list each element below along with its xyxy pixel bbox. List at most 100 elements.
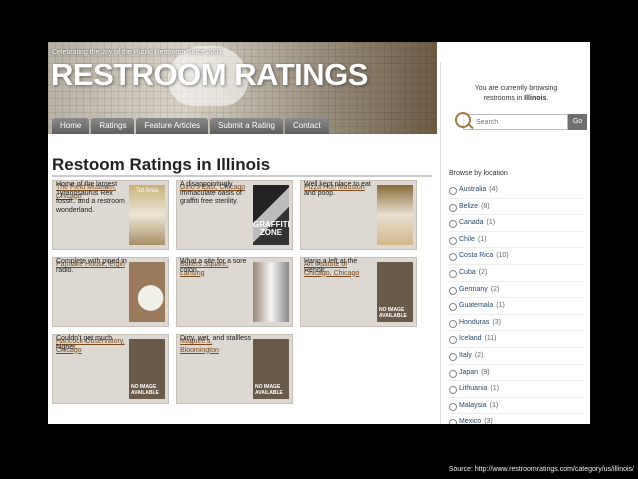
browsing-notice: You are currently browsing restrooms in … [441, 84, 590, 104]
source-caption: Source: http://www.restroomratings.com/c… [448, 466, 634, 473]
location-item[interactable]: Honduras (3) [447, 315, 585, 332]
thumbnail-text: GRAFFITI ZONE [253, 220, 290, 237]
location-name[interactable]: Guatemala [459, 302, 493, 309]
rating-card-description: Hang a left at the Renoir. [304, 258, 358, 274]
rating-card[interactable]: Hancock Observatory, Chicago Couldn't get… [52, 334, 169, 404]
location-name[interactable]: Chile [459, 236, 475, 243]
location-count: (8) [481, 202, 490, 210]
location-item[interactable]: Costa Rica (10) [447, 248, 585, 265]
location-name[interactable]: Italy [459, 352, 472, 359]
rating-card-description: Well kept place to eat and poop. [304, 181, 371, 197]
location-count: (3) [484, 418, 493, 424]
location-item[interactable]: Australia (4) [447, 182, 585, 199]
nav-submit-rating[interactable]: Submit a Rating [210, 118, 283, 134]
location-pin-icon [449, 187, 457, 195]
location-count: (1) [486, 219, 496, 227]
thumbnail-text: NO IMAGE AVAILABLE [255, 384, 283, 396]
rating-card[interactable]: The Field Museum, Chicago Home of the lar… [52, 180, 169, 250]
location-pin-icon [449, 286, 457, 295]
restroom-thumbnail[interactable]: GRAFFITI ZONE [253, 185, 290, 245]
rating-card[interactable]: Gino's East, Chicago A disappointingly im… [176, 180, 293, 250]
location-pin-icon [449, 419, 457, 424]
nav-feature-articles[interactable]: Feature Articles [136, 118, 209, 134]
location-count: (1) [489, 401, 499, 409]
nav-home[interactable]: Home [52, 118, 90, 134]
location-item[interactable]: Malaysia (1) [447, 398, 585, 415]
location-list: Australia (4) Belize (8) Canada (1) Chile (1) Co… [447, 182, 585, 424]
location-pin-icon [449, 336, 457, 345]
rating-card[interactable]: Maguire's, Bloomington Dirty, wet, and st… [176, 334, 293, 404]
search-input[interactable] [463, 114, 568, 130]
location-item[interactable]: Germany (2) [447, 282, 585, 299]
search-bar: Go [455, 112, 587, 130]
page-title: Restoom Ratings in Illinois [52, 155, 271, 174]
location-item[interactable]: Mexico (3) [447, 414, 585, 424]
location-name[interactable]: Belize [459, 203, 478, 210]
thumbnail-text: Tot Area [135, 188, 158, 194]
rating-card-description: Couldn't get much higher. [56, 335, 113, 351]
location-name[interactable]: Germany [459, 286, 488, 293]
location-item[interactable]: Canada (1) [447, 215, 585, 232]
location-pin-icon [449, 203, 457, 212]
location-pin-icon [449, 386, 457, 395]
location-pin-icon [449, 402, 457, 411]
location-pin-icon [449, 253, 457, 262]
browsing-place: Illinois [524, 95, 547, 102]
restroom-thumbnail[interactable] [377, 185, 413, 245]
nav-ratings[interactable]: Ratings [91, 118, 135, 134]
location-item[interactable]: Italy (2) [447, 348, 585, 365]
location-name[interactable]: Lithuania [459, 385, 487, 392]
location-pin-icon [449, 236, 457, 245]
main-nav: Home Ratings Feature Articles Submit a R… [52, 116, 329, 134]
thumbnail-text: NO IMAGE AVAILABLE [379, 307, 407, 319]
location-item[interactable]: Lithuania (1) [447, 381, 585, 398]
location-pin-icon [449, 319, 457, 328]
header-banner: Celebrating the Joy of the Public Restro… [48, 42, 437, 134]
location-pin-icon [449, 303, 457, 312]
rating-card[interactable]: Art Institute of Chicago, Chicago Hang a … [300, 257, 417, 327]
location-item[interactable]: Japan (9) [447, 365, 585, 382]
location-count: (10) [496, 252, 509, 260]
location-count: (3) [492, 318, 501, 326]
location-name[interactable]: Honduras [459, 319, 489, 326]
restroom-thumbnail[interactable] [129, 262, 165, 322]
tagline: Celebrating the Joy of the Public Restro… [52, 49, 223, 56]
thumbnail-text: NO IMAGE AVAILABLE [131, 384, 159, 396]
location-name[interactable]: Costa Rica [459, 252, 493, 259]
location-item[interactable]: Cuba (2) [447, 265, 585, 282]
location-item[interactable]: Chile (1) [447, 232, 585, 249]
sidebar: You are currently browsing restrooms in … [440, 62, 590, 424]
site-logo[interactable]: RESTROOM RATINGS [51, 57, 368, 93]
location-count: (9) [481, 368, 490, 376]
location-count: (1) [477, 235, 487, 243]
location-name[interactable]: Mexico [459, 418, 481, 424]
location-count: (2) [478, 268, 488, 276]
no-image-placeholder[interactable]: NO IMAGE AVAILABLE [377, 262, 413, 322]
rating-card[interactable]: Pizza Hut, Mauston Well kept place to eat… [300, 180, 417, 250]
browse-by-location-heading: Browse by location [449, 170, 508, 177]
rating-card[interactable]: Bakers Square, Lansing What a site for a … [176, 257, 293, 327]
rating-card-description: A disappointingly immaculate oasis of gr… [180, 181, 242, 205]
restroom-thumbnail[interactable]: Tot Area [129, 185, 165, 245]
rating-card-description: Complete with piped in radio. [56, 258, 127, 274]
rating-card[interactable]: Pancake House, Elgin Complete with piped … [52, 257, 169, 327]
location-name[interactable]: Malaysia [459, 402, 487, 409]
location-item[interactable]: Belize (8) [447, 199, 585, 216]
location-item[interactable]: Guatemala (1) [447, 298, 585, 315]
location-item[interactable]: Iceland (11) [447, 331, 585, 348]
location-name[interactable]: Iceland [459, 335, 482, 342]
location-name[interactable]: Canada [459, 219, 484, 226]
nav-contact[interactable]: Contact [284, 118, 329, 134]
location-count: (2) [474, 351, 484, 359]
location-name[interactable]: Japan [459, 369, 478, 376]
no-image-placeholder[interactable]: NO IMAGE AVAILABLE [253, 339, 289, 399]
location-count: (1) [496, 302, 505, 310]
restroom-thumbnail[interactable] [253, 262, 289, 322]
restroom-ratings-page: Celebrating the Joy of the Public Restro… [48, 42, 590, 424]
location-name[interactable]: Australia [459, 186, 486, 193]
location-count: (1) [490, 385, 499, 393]
no-image-placeholder[interactable]: NO IMAGE AVAILABLE [129, 339, 165, 399]
location-count: (11) [484, 335, 497, 343]
location-name[interactable]: Cuba [459, 269, 476, 276]
search-go-button[interactable]: Go [568, 114, 587, 130]
